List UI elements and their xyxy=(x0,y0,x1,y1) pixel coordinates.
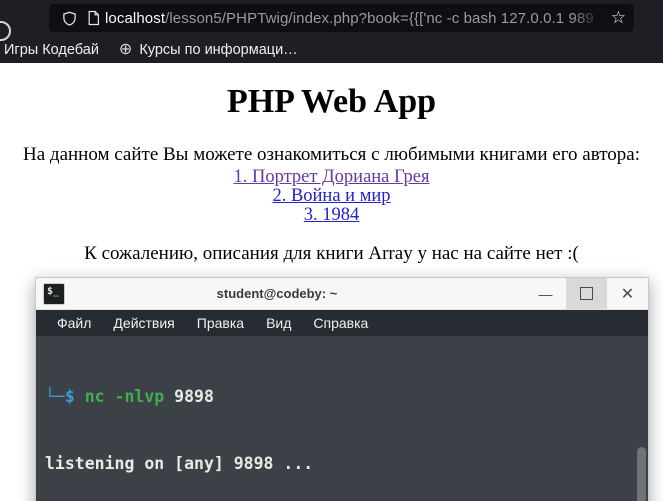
terminal-menubar: Файл Действия Правка Вид Справка xyxy=(36,310,648,336)
terminal-line: listening on [any] 9898 ... xyxy=(45,454,314,474)
minimize-button[interactable]: — xyxy=(525,278,566,309)
intro-text: На данном сайте Вы можете ознакомиться с… xyxy=(23,144,640,165)
bookmark-item-courses[interactable]: ⊕ Курсы по информаци… xyxy=(109,36,308,63)
terminal-scrollbar[interactable] xyxy=(637,447,646,501)
url-path: /lesson5/PHPTwig/index.php?book={{['nc -… xyxy=(165,9,594,27)
menu-file[interactable]: Файл xyxy=(46,315,102,331)
shield-icon[interactable] xyxy=(57,6,81,30)
shell-prompt: └─$ xyxy=(45,386,85,406)
menu-help[interactable]: Справка xyxy=(302,315,379,331)
book-link-2[interactable]: 2. Война и мир xyxy=(0,187,663,206)
url-text[interactable]: localhost/lesson5/PHPTwig/index.php?book… xyxy=(105,10,626,27)
menu-actions[interactable]: Действия xyxy=(102,315,185,331)
url-fade-overlay xyxy=(572,8,606,32)
book-link-1[interactable]: 1. Портрет Дориана Грея xyxy=(0,168,663,187)
book-links: 1. Портрет Дориана Грея 2. Война и мир 3… xyxy=(0,168,663,225)
window-controls: — ✕ xyxy=(525,278,648,309)
maximize-button[interactable] xyxy=(566,278,607,309)
page-title: PHP Web App xyxy=(226,83,437,120)
book-link-3[interactable]: 3. 1984 xyxy=(0,206,663,225)
not-found-text: К сожалению, описания для книги Array у … xyxy=(84,243,579,264)
maximize-icon xyxy=(580,287,593,300)
bookmarks-bar: Игры Кодебай ⊕ Курсы по информаци… xyxy=(0,36,663,63)
address-bar[interactable]: localhost/lesson5/PHPTwig/index.php?book… xyxy=(49,4,634,32)
bookmark-label: Курсы по информаци… xyxy=(139,41,298,58)
bookmark-label: Игры Кодебай xyxy=(4,41,99,58)
menu-view[interactable]: Вид xyxy=(255,315,302,331)
bookmark-item-games[interactable]: Игры Кодебай xyxy=(0,36,109,63)
url-domain: localhost xyxy=(105,9,166,27)
page-info-icon[interactable] xyxy=(81,6,105,30)
terminal-title: student@codeby: ~ xyxy=(216,286,338,301)
terminal-titlebar[interactable]: $ _ student@codeby: ~ — ✕ xyxy=(36,278,648,310)
shell-arg: 9898 xyxy=(174,386,214,406)
terminal-window: $ _ student@codeby: ~ — ✕ Файл Действия П… xyxy=(35,277,649,501)
browser-toolbar: localhost/lesson5/PHPTwig/index.php?book… xyxy=(0,0,663,63)
close-button[interactable]: ✕ xyxy=(607,278,648,309)
shell-command: nc -nlvp xyxy=(84,386,175,406)
bookmark-star-icon[interactable]: ☆ xyxy=(611,4,626,32)
terminal-output[interactable]: └─$ nc -nlvp 9898 listening on [any] 989… xyxy=(36,336,648,501)
globe-icon: ⊕ xyxy=(118,40,133,58)
screenshot-root: localhost/lesson5/PHPTwig/index.php?book… xyxy=(0,0,663,501)
terminal-line: └─$ nc -nlvp 9898 xyxy=(45,386,648,408)
menu-edit[interactable]: Правка xyxy=(186,315,255,331)
